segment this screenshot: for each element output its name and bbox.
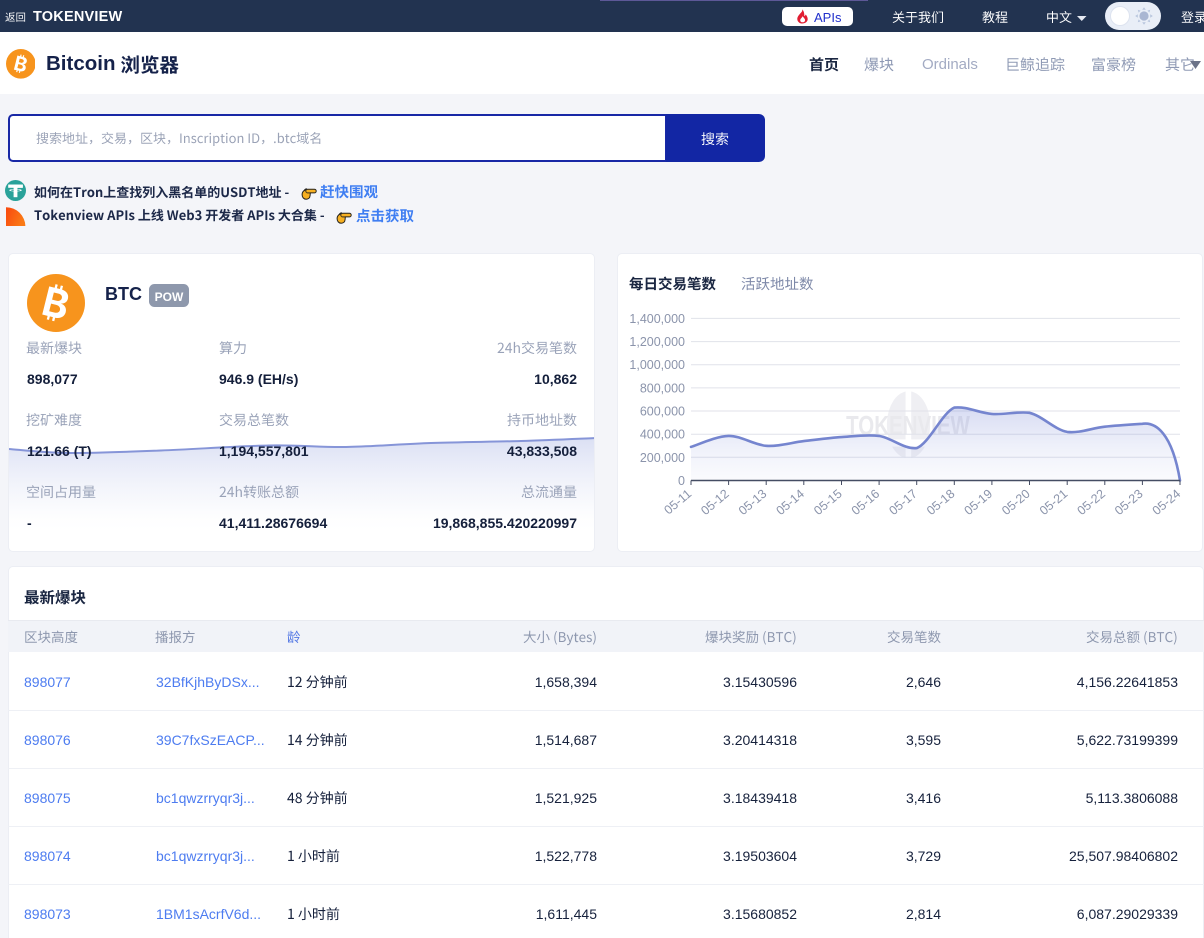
svg-text:1,200,000: 1,200,000 (629, 335, 685, 349)
svg-text:05-15: 05-15 (811, 487, 845, 518)
svg-text:05-17: 05-17 (886, 487, 920, 518)
svg-text:05-19: 05-19 (962, 487, 996, 518)
svg-text:1,400,000: 1,400,000 (629, 312, 685, 326)
svg-text:1,000,000: 1,000,000 (629, 358, 685, 372)
svg-text:05-23: 05-23 (1112, 487, 1146, 518)
svg-text:05-22: 05-22 (1075, 487, 1109, 518)
svg-text:05-14: 05-14 (774, 487, 808, 518)
svg-text:400,000: 400,000 (640, 428, 685, 442)
svg-text:05-16: 05-16 (849, 487, 883, 518)
svg-text:200,000: 200,000 (640, 451, 685, 465)
svg-text:05-18: 05-18 (924, 487, 958, 518)
svg-text:0: 0 (678, 474, 685, 488)
svg-text:05-24: 05-24 (1150, 487, 1184, 518)
svg-text:600,000: 600,000 (640, 405, 685, 419)
svg-text:05-12: 05-12 (698, 487, 732, 518)
svg-text:800,000: 800,000 (640, 381, 685, 395)
svg-text:05-13: 05-13 (736, 487, 770, 518)
svg-text:05-11: 05-11 (661, 487, 694, 518)
svg-text:05-21: 05-21 (1037, 487, 1071, 518)
svg-text:05-20: 05-20 (999, 487, 1033, 518)
